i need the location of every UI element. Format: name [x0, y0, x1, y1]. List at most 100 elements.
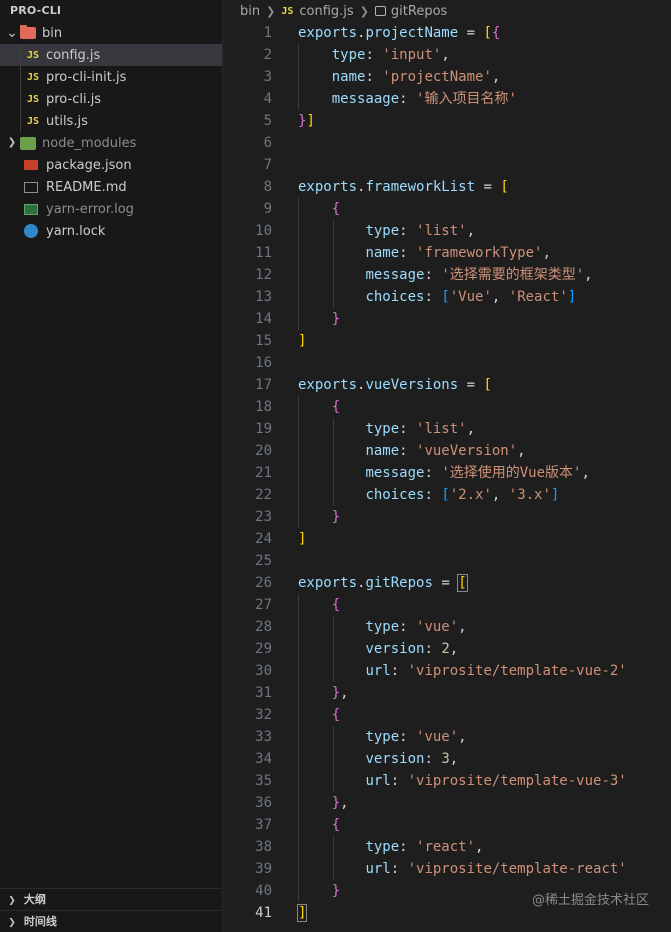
tree-item[interactable]: package.json — [0, 154, 222, 176]
code-line[interactable]: 23 } — [224, 506, 671, 528]
code-line[interactable]: 33 type: 'vue', — [224, 726, 671, 748]
code-line[interactable]: 20 name: 'vueVersion', — [224, 440, 671, 462]
code-line[interactable]: 35 url: 'viprosite/template-vue-3' — [224, 770, 671, 792]
code-line[interactable]: 38 type: 'react', — [224, 836, 671, 858]
explorer-sidebar: PRO-CLI ⌄ bin JS config.js JS pro-cli-init.js… — [0, 0, 223, 932]
code-line[interactable]: 36 }, — [224, 792, 671, 814]
code-line[interactable]: 37 { — [224, 814, 671, 836]
tree-item[interactable]: JS pro-cli-init.js — [0, 66, 222, 88]
code-line[interactable]: 29 version: 2, — [224, 638, 671, 660]
code-line[interactable]: 10 type: 'list', — [224, 220, 671, 242]
indent-guide — [298, 220, 299, 242]
chevron-down-icon[interactable]: ⌄ — [4, 26, 20, 40]
string-token: 'viprosite/template-vue-3' — [407, 773, 627, 789]
code-line[interactable]: 28 type: 'vue', — [224, 616, 671, 638]
tree-item-label: node_modules — [42, 135, 137, 151]
plain-token: : — [390, 773, 408, 789]
identifier-token: exports — [298, 25, 358, 41]
chevron-right-icon: ❯ — [8, 918, 16, 928]
tree-item[interactable]: yarn-error.log — [0, 198, 222, 220]
plain-token: , — [441, 47, 450, 63]
plain-token: : — [365, 69, 383, 85]
js-file-icon: JS — [26, 115, 40, 127]
indent-guide — [20, 44, 21, 66]
plain-token: , — [542, 245, 551, 261]
chevron-right-icon[interactable]: ❯ — [4, 132, 20, 154]
indent-guide — [298, 792, 299, 814]
code-line[interactable]: 22 choices: ['2.x', '3.x'] — [224, 484, 671, 506]
line-source: type: 'list', — [272, 418, 475, 440]
code-line[interactable]: 15] — [224, 330, 671, 352]
plain-token: : — [399, 245, 417, 261]
code-lines[interactable]: 1 exports.projectName = [{2 type: 'input'… — [224, 22, 671, 924]
code-line[interactable]: 31 }, — [224, 682, 671, 704]
property-token: url — [365, 663, 391, 679]
tree-item[interactable]: README.md — [0, 176, 222, 198]
code-line[interactable]: 39 url: 'viprosite/template-react' — [224, 858, 671, 880]
tree-item[interactable]: ⌄ bin — [0, 22, 222, 44]
bracket-token: { — [331, 817, 341, 833]
code-line[interactable]: 2 type: 'input', — [224, 44, 671, 66]
indent-guide — [298, 836, 299, 858]
tree-item[interactable]: yarn.lock — [0, 220, 222, 242]
code-line[interactable]: 17 exports.vueVersions = [ — [224, 374, 671, 396]
code-line[interactable]: 21 message: '选择使用的Vue版本', — [224, 462, 671, 484]
indent-guide — [298, 484, 299, 506]
tree-item[interactable]: ❯ node_modules — [0, 132, 222, 154]
code-line[interactable]: 13 choices: ['Vue', 'React'] — [224, 286, 671, 308]
code-line[interactable]: 11 name: 'frameworkType', — [224, 242, 671, 264]
code-line[interactable]: 24] — [224, 528, 671, 550]
code-line[interactable]: 9 { — [224, 198, 671, 220]
code-editor[interactable]: bin ❯ JS config.js ❯ gitRepos 1 exports.p… — [224, 0, 671, 932]
plain-token: , — [449, 751, 459, 767]
tree-item[interactable]: JS config.js — [0, 44, 222, 66]
code-line[interactable]: 26 exports.gitRepos = [ — [224, 572, 671, 594]
code-line[interactable]: 19 type: 'list', — [224, 418, 671, 440]
code-line[interactable]: 12 message: '选择需要的框架类型', — [224, 264, 671, 286]
line-source: exports.frameworkList = [ — [272, 176, 509, 198]
indent-guide — [298, 286, 299, 308]
code-line[interactable]: 18 { — [224, 396, 671, 418]
line-number: 33 — [255, 729, 272, 745]
breadcrumb-symbol[interactable]: gitRepos — [391, 4, 447, 19]
bracket-token: { — [331, 399, 341, 415]
code-line[interactable]: 3 name: 'projectName', — [224, 66, 671, 88]
matched-bracket-token: [ — [457, 574, 468, 592]
breadcrumb: bin ❯ JS config.js ❯ gitRepos — [224, 0, 671, 22]
code-line[interactable]: 16 — [224, 352, 671, 374]
code-line[interactable]: 25 — [224, 550, 671, 572]
code-line[interactable]: 32 { — [224, 704, 671, 726]
indent-guide — [333, 748, 334, 770]
js-file-icon: JS — [26, 49, 40, 61]
property-token: version — [365, 751, 425, 767]
breadcrumb-folder[interactable]: bin — [240, 4, 260, 19]
breadcrumb-file[interactable]: config.js — [299, 4, 353, 19]
explorer-root-title[interactable]: PRO-CLI — [0, 0, 222, 22]
indent-guide — [298, 726, 299, 748]
code-line[interactable]: 30 url: 'viprosite/template-vue-2' — [224, 660, 671, 682]
outline-section-header[interactable]: ❯ 大纲 — [0, 888, 222, 910]
code-line[interactable]: 6 — [224, 132, 671, 154]
indent-guide — [333, 220, 334, 242]
code-line[interactable]: 7 — [224, 154, 671, 176]
code-line[interactable]: 34 version: 3, — [224, 748, 671, 770]
plain-token: : — [399, 729, 417, 745]
tree-item-label: yarn-error.log — [46, 201, 134, 217]
code-line[interactable]: 8 exports.frameworkList = [ — [224, 176, 671, 198]
line-number: 9 — [263, 201, 272, 217]
line-source: url: 'viprosite/template-vue-2' — [272, 660, 626, 682]
indent-guide — [333, 462, 334, 484]
tree-item[interactable]: JS pro-cli.js — [0, 88, 222, 110]
indent-guide — [333, 440, 334, 462]
tree-item[interactable]: JS utils.js — [0, 110, 222, 132]
string-token: '选择使用的Vue版本' — [441, 465, 582, 481]
code-line[interactable]: 5}] — [224, 110, 671, 132]
code-line[interactable]: 27 { — [224, 594, 671, 616]
code-line[interactable]: 4 messaage: '输入项目名称' — [224, 88, 671, 110]
code-line[interactable]: 1 exports.projectName = [{ — [224, 22, 671, 44]
timeline-section-header[interactable]: ❯ 时间线 — [0, 910, 222, 932]
code-line[interactable]: 14 } — [224, 308, 671, 330]
